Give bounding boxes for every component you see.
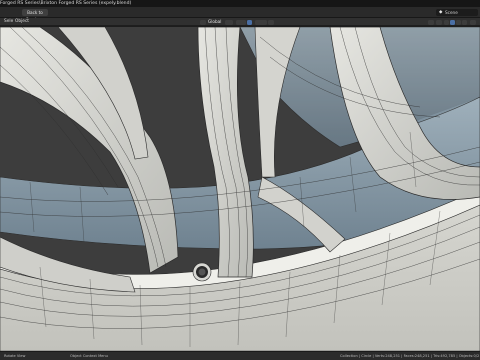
status-right: Collection | Circle | Verts:248,251 | Fa… <box>340 354 480 358</box>
status-left: Rotate View <box>4 354 26 358</box>
window-title: Forged RS Series\Brixton Forged RS Serie… <box>0 1 132 6</box>
3d-viewport[interactable] <box>0 27 480 351</box>
scene-selector[interactable]: ◆ Scene <box>436 9 478 16</box>
shading-material-icon[interactable] <box>456 19 461 25</box>
scene-icon: ◆ <box>439 10 443 15</box>
overlay-icon[interactable] <box>428 19 434 25</box>
shading-options-icon[interactable] <box>470 19 476 25</box>
shading-rendered-icon[interactable] <box>462 19 467 25</box>
shading-wire-icon[interactable] <box>444 19 449 25</box>
xray-icon[interactable] <box>436 19 442 25</box>
falloff-icon[interactable] <box>268 19 274 25</box>
scene-label: Scene <box>445 10 458 15</box>
snap-toggle-icon[interactable] <box>247 19 252 25</box>
menu-select[interactable]: Sele <box>4 18 13 26</box>
proportional-editing-icon[interactable] <box>255 19 267 25</box>
viewport-header: Sele Object Global <box>0 18 480 26</box>
wheel-mesh-render <box>0 27 480 351</box>
window-titlebar: Forged RS Series\Brixton Forged RS Serie… <box>0 0 480 7</box>
shading-solid-icon[interactable] <box>450 19 455 25</box>
snap-icon[interactable] <box>236 19 246 25</box>
pivot-point-icon[interactable] <box>225 19 233 25</box>
status-middle: Object Context Menu <box>70 354 108 358</box>
top-bar: Back to Previous ◆ Scene <box>0 7 480 22</box>
menu-object[interactable]: Object <box>15 18 29 26</box>
status-bar: Rotate View Object Context Menu Collecti… <box>0 351 480 360</box>
back-to-previous-button[interactable]: Back to Previous <box>22 9 48 22</box>
transform-orientation-icon[interactable] <box>200 19 206 25</box>
transform-orientation-select[interactable]: Global <box>208 18 221 26</box>
